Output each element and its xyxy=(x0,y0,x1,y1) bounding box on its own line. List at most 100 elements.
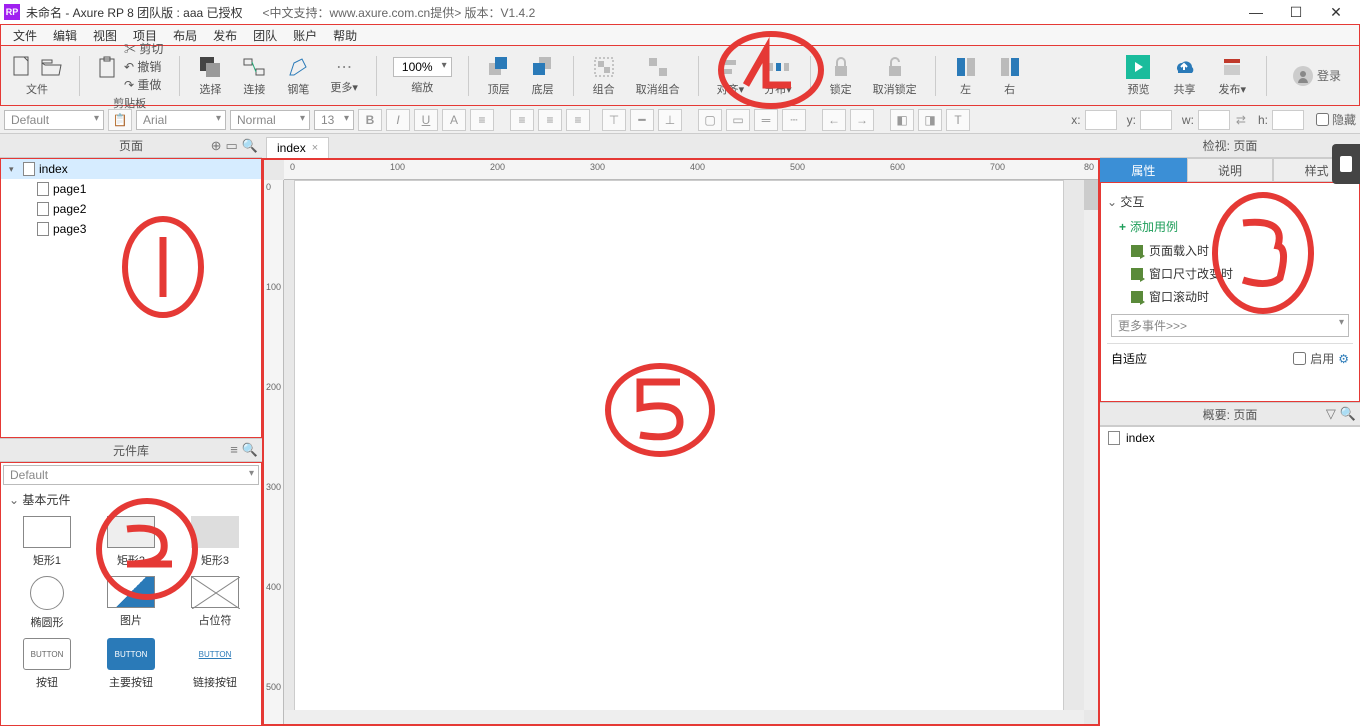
undo-button[interactable]: ↶ 撤销 xyxy=(124,58,163,75)
widget-rect1[interactable]: 矩形1 xyxy=(9,516,85,568)
publish-button[interactable]: 发布▾ xyxy=(1212,55,1252,97)
minimize-button[interactable]: — xyxy=(1236,0,1276,24)
redo-button[interactable]: ↷ 重做 xyxy=(124,76,163,93)
bullets-button[interactable]: ≡ xyxy=(470,109,494,131)
more-events-select[interactable]: 更多事件>>> xyxy=(1111,314,1349,337)
canvas[interactable] xyxy=(294,180,1064,720)
shadow-text-button[interactable]: T xyxy=(946,109,970,131)
page-tree-item[interactable]: page3 xyxy=(1,219,261,239)
align-button[interactable]: 对齐▾ xyxy=(711,55,751,97)
menu-layout[interactable]: 布局 xyxy=(165,27,205,44)
valign-top[interactable]: ⊤ xyxy=(602,109,626,131)
page-tree-root[interactable]: ▾ index xyxy=(1,159,261,179)
zoom-select[interactable]: 100% xyxy=(393,57,452,77)
link-wh-icon[interactable]: ⇄ xyxy=(1236,113,1246,127)
cut-button[interactable]: ✂ 剪切 xyxy=(124,40,163,57)
side-flyout-tab[interactable] xyxy=(1332,144,1360,184)
bold-button[interactable]: B xyxy=(358,109,382,131)
page-tree-item[interactable]: page2 xyxy=(1,199,261,219)
close-button[interactable]: ✕ xyxy=(1316,0,1356,24)
search-pages-icon[interactable]: 🔍 xyxy=(242,138,258,154)
align-text-center[interactable]: ≡ xyxy=(538,109,562,131)
widget-rect3[interactable]: 矩形3 xyxy=(177,516,253,568)
widget-button[interactable]: BUTTON按钮 xyxy=(9,638,85,690)
pen-tool[interactable]: 钢笔 xyxy=(280,55,316,97)
menu-help[interactable]: 帮助 xyxy=(325,27,365,44)
widget-placeholder[interactable]: 占位符 xyxy=(177,576,253,630)
lib-search-icon[interactable]: 🔍 xyxy=(242,442,258,458)
login-button[interactable]: 登录 xyxy=(1281,66,1353,86)
widget-link-button[interactable]: BUTTON链接按钮 xyxy=(177,638,253,690)
line-color-button[interactable]: ▭ xyxy=(726,109,750,131)
paste-icon[interactable] xyxy=(96,55,120,79)
h-input[interactable] xyxy=(1272,110,1304,130)
bring-front-button[interactable]: 顶层 xyxy=(481,55,517,97)
shadow-out-button[interactable]: ◧ xyxy=(890,109,914,131)
text-color-button[interactable]: A xyxy=(442,109,466,131)
align-text-left[interactable]: ≡ xyxy=(510,109,534,131)
tab-notes[interactable]: 说明 xyxy=(1187,158,1274,182)
vertical-scrollbar[interactable] xyxy=(1084,180,1098,710)
menu-file[interactable]: 文件 xyxy=(5,27,45,44)
menu-team[interactable]: 团队 xyxy=(245,27,285,44)
outline-search-icon[interactable]: 🔍 xyxy=(1340,406,1356,422)
w-input[interactable] xyxy=(1198,110,1230,130)
shadow-in-button[interactable]: ◨ xyxy=(918,109,942,131)
preview-button[interactable]: 预览 xyxy=(1120,55,1156,97)
connect-tool[interactable]: 连接 xyxy=(236,55,272,97)
library-section[interactable]: 基本元件 xyxy=(1,487,261,512)
arrow-end-button[interactable]: → xyxy=(850,109,874,131)
line-width-button[interactable]: ═ xyxy=(754,109,778,131)
arrow-start-button[interactable]: ← xyxy=(822,109,846,131)
tab-properties[interactable]: 属性 xyxy=(1100,158,1187,182)
add-case-button[interactable]: +添加用例 xyxy=(1107,214,1353,239)
menu-edit[interactable]: 编辑 xyxy=(45,27,85,44)
menu-publish[interactable]: 发布 xyxy=(205,27,245,44)
library-select[interactable]: Default xyxy=(3,465,259,485)
add-page-icon[interactable]: ⊕ xyxy=(211,138,222,154)
fill-button[interactable]: ▢ xyxy=(698,109,722,131)
lock-button[interactable]: 锁定 xyxy=(823,55,859,97)
underline-button[interactable]: U xyxy=(414,109,438,131)
outline-item[interactable]: index xyxy=(1100,427,1360,449)
distribute-button[interactable]: 分布▾ xyxy=(758,55,798,97)
size-select[interactable]: 13 xyxy=(314,110,354,130)
filter-icon[interactable]: ▽ xyxy=(1326,406,1336,422)
hidden-checkbox[interactable]: 隐藏 xyxy=(1316,111,1356,128)
weight-select[interactable]: Normal xyxy=(230,110,310,130)
enable-adaptive-checkbox[interactable]: 启用 ⚙ xyxy=(1293,350,1349,367)
style-preset-select[interactable]: Default xyxy=(4,110,104,130)
ungroup-button[interactable]: 取消组合 xyxy=(630,55,686,97)
document-tab[interactable]: index× xyxy=(266,137,329,158)
close-tab-icon[interactable]: × xyxy=(312,142,318,154)
new-file-icon[interactable] xyxy=(11,55,35,79)
y-input[interactable] xyxy=(1140,110,1172,130)
line-style-button[interactable]: ┄ xyxy=(782,109,806,131)
group-button[interactable]: 组合 xyxy=(586,55,622,97)
lib-menu-icon[interactable]: ≡ xyxy=(230,442,238,458)
italic-button[interactable]: I xyxy=(386,109,410,131)
menu-account[interactable]: 账户 xyxy=(285,27,325,44)
open-file-icon[interactable] xyxy=(39,55,63,79)
x-input[interactable] xyxy=(1085,110,1117,130)
font-select[interactable]: Arial xyxy=(136,110,226,130)
align-text-right[interactable]: ≡ xyxy=(566,109,590,131)
horizontal-scrollbar[interactable] xyxy=(284,710,1084,724)
more-tool[interactable]: ⋯ 更多▾ xyxy=(324,57,364,95)
widget-rect2[interactable]: 矩形2 xyxy=(93,516,169,568)
share-button[interactable]: 共享 xyxy=(1166,55,1202,97)
widget-ellipse[interactable]: 椭圆形 xyxy=(9,576,85,630)
event-item[interactable]: 窗口尺寸改变时 xyxy=(1107,262,1353,285)
send-back-button[interactable]: 底层 xyxy=(525,55,561,97)
style-copy-button[interactable]: 📋 xyxy=(108,109,132,131)
event-item[interactable]: 窗口滚动时 xyxy=(1107,285,1353,308)
page-tree-item[interactable]: page1 xyxy=(1,179,261,199)
widget-image[interactable]: 图片 xyxy=(93,576,169,630)
valign-bottom[interactable]: ⊥ xyxy=(658,109,682,131)
interactions-section[interactable]: 交互 xyxy=(1107,189,1353,214)
event-item[interactable]: 页面载入时 xyxy=(1107,239,1353,262)
widget-primary-button[interactable]: BUTTON主要按钮 xyxy=(93,638,169,690)
valign-middle[interactable]: ━ xyxy=(630,109,654,131)
unlock-button[interactable]: 取消锁定 xyxy=(867,55,923,97)
select-tool[interactable]: 选择 xyxy=(192,55,228,97)
